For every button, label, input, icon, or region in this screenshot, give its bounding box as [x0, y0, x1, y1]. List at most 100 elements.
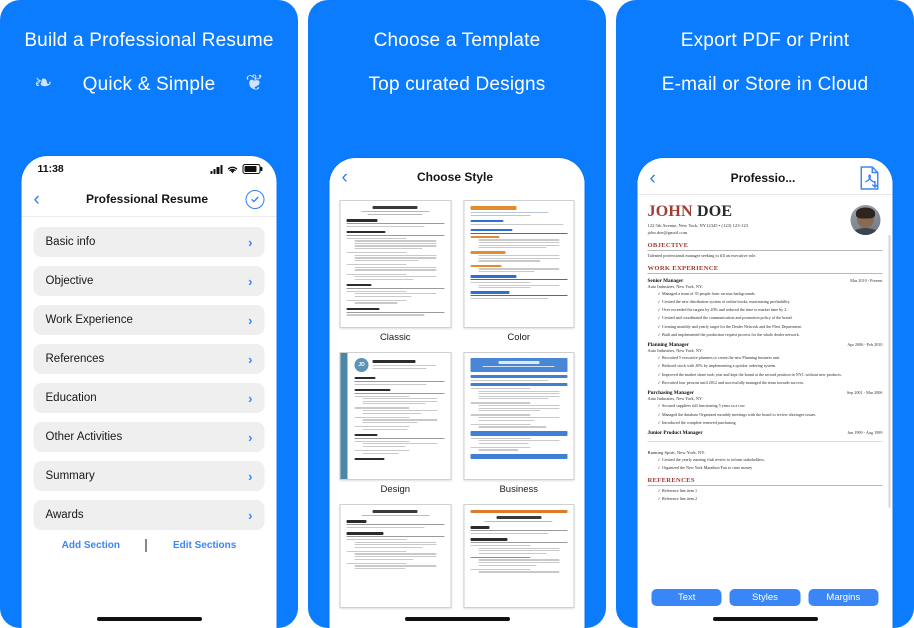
section-label: Work Experience: [45, 314, 133, 326]
template-name: Color: [507, 332, 531, 343]
job-title: Junior Product Manager: [647, 429, 703, 436]
job-bullet: ✓ Recruited four persons until 2012 and …: [657, 379, 805, 385]
contact-line-2: john.doe@gmail.com: [647, 229, 688, 235]
sidebar-item-basic-info[interactable]: Basic info ›: [33, 227, 265, 257]
resume-preview[interactable]: JOHN DOE 122 5th Avenue, New York, NY123…: [637, 194, 893, 568]
job-bullet: ✓ Creating monthly and yearly target for…: [657, 323, 802, 329]
job-entry: Planning Manager Apr 2006 - Feb 2010 Auto…: [648, 342, 883, 386]
back-icon[interactable]: ‹: [34, 190, 54, 209]
template-card-color[interactable]: Color: [463, 200, 575, 343]
job-company: Auto Industries, New York, NY: [647, 348, 703, 354]
panel3-caption-line1: Export PDF or Print: [680, 30, 850, 51]
scrollbar[interactable]: [888, 235, 891, 508]
resume-last-name: DOE: [696, 203, 733, 220]
wifi-icon: [227, 166, 238, 173]
references-heading: REFERENCES: [647, 477, 883, 486]
section-label: Awards: [45, 509, 84, 521]
status-time: 11:38: [37, 163, 64, 175]
template-thumbnail: [339, 504, 451, 608]
page-title: Choose Style: [416, 170, 494, 184]
chevron-right-icon: ›: [248, 312, 253, 328]
section-label: Objective: [45, 275, 94, 287]
edit-sections-link[interactable]: Edit Sections: [173, 540, 236, 551]
job-company: Auto Industries, New York, NY: [647, 396, 703, 402]
back-icon[interactable]: ‹: [342, 168, 362, 187]
job-entry: Purchasing Manager Sep 2001 - Mar 2006 Au…: [648, 390, 883, 426]
sidebar-item-education[interactable]: Education ›: [33, 383, 265, 413]
objective-heading: OBJECTIVE: [647, 242, 883, 251]
promo-panel-3: Export PDF or Print E-mail or Store in C…: [616, 0, 914, 628]
job-entry: Junior Product Manager Jun 1999 - Aug 199…: [648, 430, 883, 436]
divider: [145, 539, 147, 552]
screenshot-root: Build a Professional Resume ❧ Quick & Si…: [0, 0, 914, 628]
resume-contact: 122 5th Avenue, New York, NY12345 • (123…: [648, 223, 883, 237]
promo-panel-1: Build a Professional Resume ❧ Quick & Si…: [0, 0, 298, 628]
status-icons: [210, 164, 263, 174]
battery-icon: [242, 164, 263, 174]
nav-bar-3: ‹ Professio...: [637, 162, 893, 194]
contact-line-1: 122 5th Avenue, New York, NY12345 • (123…: [647, 223, 748, 228]
section-label: Education: [45, 392, 97, 404]
work-experience-heading: WORK EXPERIENCE: [647, 265, 883, 274]
section-label: Summary: [45, 470, 95, 482]
template-card-business[interactable]: Business: [463, 352, 575, 495]
pdf-export-icon[interactable]: [859, 166, 881, 190]
panel1-caption-line2: ❧ Quick & Simple ❦: [0, 70, 298, 96]
template-thumbnail: JD: [339, 352, 451, 480]
section-label: Basic info: [45, 236, 96, 248]
panel2-caption-line1: Choose a Template: [373, 30, 541, 51]
template-accent-bar: [340, 353, 348, 479]
template-thumbnail: [463, 200, 575, 328]
styles-button[interactable]: Styles: [729, 589, 801, 606]
section-label: Other Activities: [45, 431, 123, 443]
page-break: [647, 440, 883, 450]
chevron-right-icon: ›: [248, 507, 253, 523]
resume-first-name: JOHN: [647, 203, 693, 220]
sidebar-item-summary[interactable]: Summary ›: [33, 461, 265, 491]
job-bullet: ✓ Reduced stock with 20% by implementing…: [657, 363, 777, 369]
nav-bar-1: ‹ Professional Resume: [21, 182, 277, 217]
job-title: Senior Manager: [647, 277, 684, 284]
back-icon[interactable]: ‹: [650, 169, 670, 188]
add-section-link[interactable]: Add Section: [62, 540, 120, 551]
editor-toolbar: Text Styles Margins: [638, 589, 893, 606]
chevron-right-icon: ›: [248, 429, 253, 445]
nav-right-actions: [857, 166, 881, 190]
home-indicator[interactable]: [712, 617, 818, 621]
page2-bullet: ✓ Organized the New York Marathon Fair t…: [657, 465, 753, 471]
text-button[interactable]: Text: [651, 589, 722, 606]
laurel-left-icon: ❧: [34, 70, 53, 95]
section-label: References: [45, 353, 105, 365]
sidebar-item-work-experience[interactable]: Work Experience ›: [33, 305, 265, 335]
avatar: [850, 205, 881, 235]
job-entry: Senior Manager Mar 2010 - Present Auto In…: [648, 278, 883, 338]
job-bullet: ✓ Introduced the complete renewed purcha…: [657, 419, 736, 425]
margins-button[interactable]: Margins: [808, 589, 879, 606]
sidebar-item-other-activities[interactable]: Other Activities ›: [33, 422, 265, 452]
chevron-right-icon: ›: [248, 468, 253, 484]
template-name: Design: [380, 484, 411, 495]
reference-item: ✓ Reference line item 2: [657, 495, 698, 501]
phone-mockup-3: ‹ Professio... JOHN DOE 122 5th Avenue, …: [637, 158, 893, 628]
sidebar-item-awards[interactable]: Awards ›: [33, 500, 265, 530]
panel3-caption-line2: E-mail or Store in Cloud: [661, 74, 869, 95]
page-title: Professional Resume: [85, 192, 209, 206]
template-card-orange[interactable]: [463, 504, 575, 610]
job-dates: Sep 2001 - Mar 2006: [846, 389, 883, 395]
job-bullet: ✓ Created the new distribution system of…: [657, 299, 791, 305]
sidebar-item-objective[interactable]: Objective ›: [33, 266, 265, 296]
template-card-design[interactable]: JD Design: [339, 352, 451, 495]
sidebar-item-references[interactable]: References ›: [33, 344, 265, 374]
page-title: Professio...: [730, 171, 796, 185]
resume-sections-list: Basic info › Objective › Work Experience…: [22, 217, 277, 552]
template-card-plain[interactable]: [339, 504, 451, 610]
chevron-right-icon: ›: [248, 273, 253, 289]
promo-panel-2: Choose a Template Top curated Designs ‹ …: [308, 0, 606, 628]
check-circle-icon[interactable]: [245, 189, 265, 209]
template-grid: Classic Color JD Design Business: [339, 200, 575, 610]
home-indicator[interactable]: [96, 617, 202, 621]
reference-item: ✓ Reference line item 1: [657, 487, 698, 493]
template-card-classic[interactable]: Classic: [339, 200, 451, 343]
home-indicator[interactable]: [404, 617, 510, 621]
panel2-caption-line2: Top curated Designs: [368, 74, 546, 95]
